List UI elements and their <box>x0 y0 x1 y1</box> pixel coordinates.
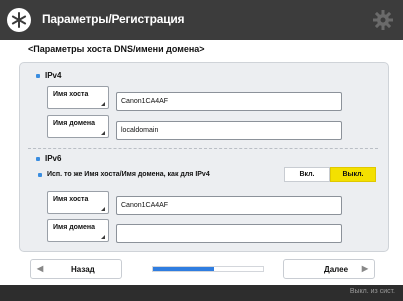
ipv4-domain-name-button-label: Имя домена <box>53 120 96 127</box>
bullet-icon <box>38 172 42 177</box>
back-button-label: Назад <box>71 265 95 274</box>
status-text[interactable]: Выкл. из сист. <box>350 288 395 295</box>
gear-icon[interactable] <box>371 8 395 32</box>
corner-triangle-icon <box>101 131 105 135</box>
ipv6-host-name-button[interactable]: Имя хоста <box>47 191 109 214</box>
ipv6-host-name-field[interactable]: Canon1CA4AF <box>116 196 342 215</box>
page-title: Параметры/Регистрация <box>42 12 185 26</box>
toggle-off-option-selected[interactable]: Выкл. <box>330 167 376 182</box>
section-divider <box>28 148 378 149</box>
ipv4-domain-name-button[interactable]: Имя домена <box>47 115 109 138</box>
ipv6-host-name-button-label: Имя хоста <box>53 196 89 203</box>
bullet-icon <box>36 156 40 161</box>
next-button-label: Далее <box>324 265 349 274</box>
section-subtitle: <Параметры хоста DNS/имени домена> <box>28 44 205 54</box>
corner-triangle-icon <box>101 235 105 239</box>
progress-fill <box>153 267 214 271</box>
ipv4-domain-name-field[interactable]: localdomain <box>116 121 342 140</box>
ipv4-host-name-button-label: Имя хоста <box>53 91 89 98</box>
asterisk-circle-icon[interactable] <box>7 8 31 32</box>
corner-triangle-icon <box>101 102 105 106</box>
ipv6-domain-name-button[interactable]: Имя домена <box>47 219 109 242</box>
ipv4-label: IPv4 <box>45 71 62 80</box>
ipv4-heading: IPv4 <box>36 71 61 80</box>
arrow-left-icon: ◀ <box>37 264 44 273</box>
ipv6-domain-name-field[interactable] <box>116 224 342 243</box>
ipv4-host-name-button[interactable]: Имя хоста <box>47 86 109 109</box>
status-bar: Выкл. из сист. <box>0 285 403 301</box>
back-button[interactable]: ◀ Назад <box>30 259 122 279</box>
bullet-icon <box>36 73 40 78</box>
header-bar: Параметры/Регистрация <box>0 0 403 40</box>
ipv6-same-as-ipv4-label: Исп. то же Имя хоста/Имя домена, как для… <box>47 171 210 178</box>
ipv6-heading: IPv6 <box>36 154 61 163</box>
ipv4-host-name-field[interactable]: Canon1CA4AF <box>116 92 342 111</box>
corner-triangle-icon <box>101 207 105 211</box>
ipv6-domain-name-button-label: Имя домена <box>53 224 96 231</box>
toggle-on-option[interactable]: Вкл. <box>284 167 330 182</box>
progress-bar <box>152 266 264 272</box>
arrow-right-icon: ▶ <box>361 264 368 273</box>
ipv6-label: IPv6 <box>45 154 62 163</box>
next-button[interactable]: Далее ▶ <box>283 259 375 279</box>
ipv6-same-as-ipv4-note: Исп. то же Имя хоста/Имя домена, как для… <box>38 171 210 178</box>
